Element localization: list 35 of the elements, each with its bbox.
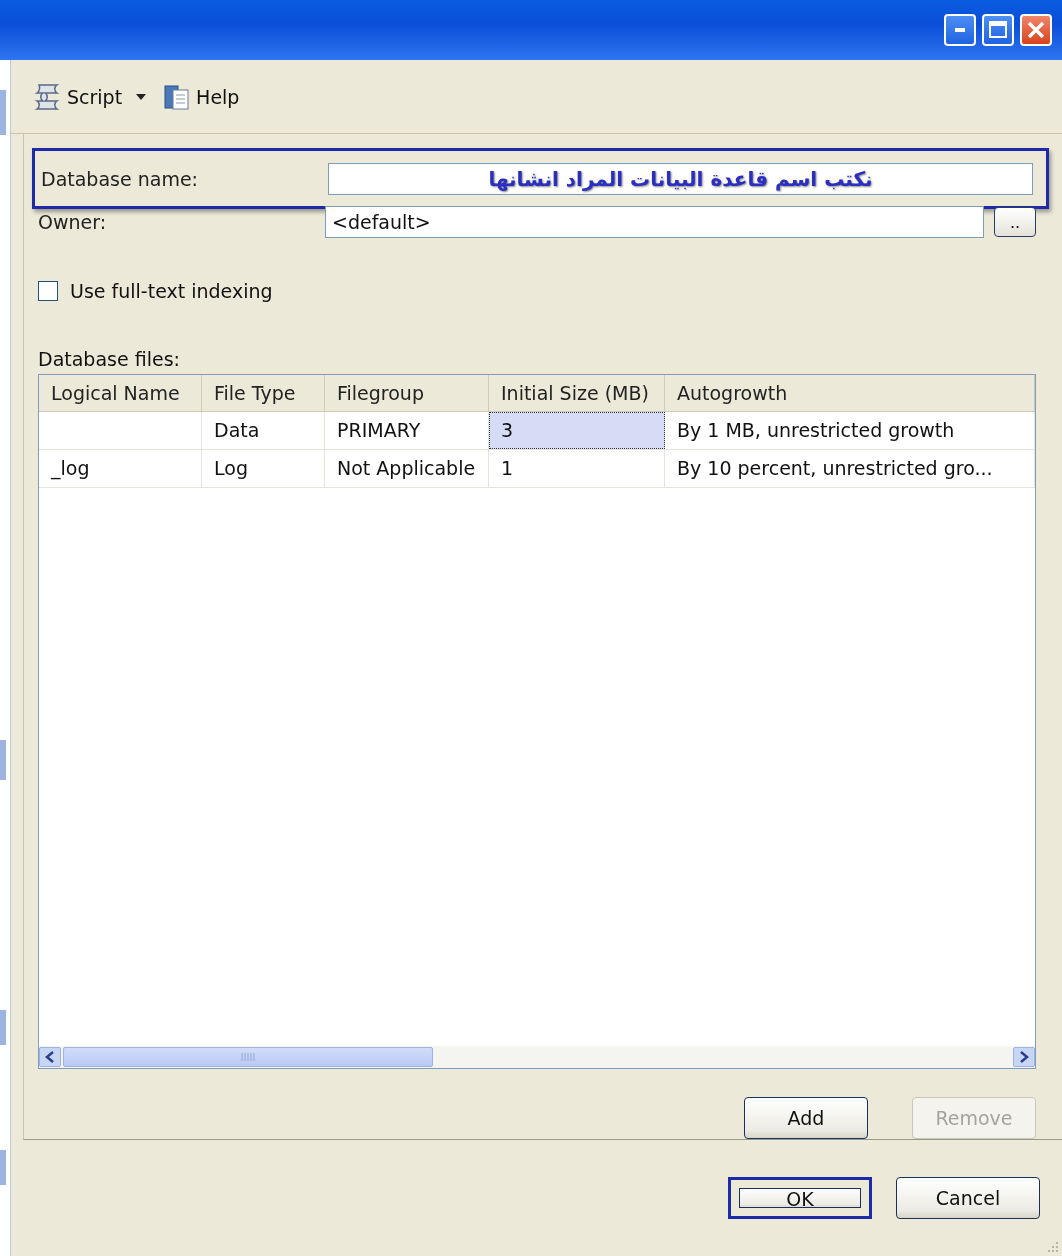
minimize-button[interactable] — [944, 14, 976, 46]
column-header[interactable]: Filegroup — [325, 374, 489, 411]
database-name-field[interactable]: نكتب اسم قاعدة البيانات المراد انشانها — [328, 162, 1033, 195]
table-cell: Not Applicable — [325, 449, 489, 487]
help-button[interactable]: Help — [162, 81, 240, 112]
table-cell: Log — [202, 449, 325, 487]
field-label: Owner: — [38, 211, 108, 234]
scroll-thumb[interactable] — [63, 1047, 433, 1067]
scroll-right-button[interactable] — [1013, 1047, 1035, 1067]
column-header[interactable]: Logical Name — [39, 374, 202, 411]
table-cell: 3 — [489, 411, 665, 449]
column-header[interactable]: File Type — [202, 374, 325, 411]
dialog-button[interactable]: Add — [744, 1097, 868, 1139]
table-cell: _log — [39, 449, 202, 487]
column-header[interactable]: Autogrowth — [665, 374, 1035, 411]
script-button[interactable]: Script — [33, 81, 123, 112]
horizontal-scrollbar[interactable] — [39, 1046, 1035, 1068]
minimize-icon — [955, 28, 965, 32]
owner-field[interactable]: <default> — [325, 206, 984, 239]
checkbox[interactable] — [38, 281, 58, 302]
resize-grip-icon[interactable] — [1046, 1240, 1060, 1254]
dialog-button[interactable]: OK — [728, 1177, 872, 1219]
scroll-left-button[interactable] — [39, 1047, 61, 1067]
table-cell: By 10 percent, unrestricted gro... — [665, 449, 1035, 487]
maximize-button[interactable] — [982, 14, 1014, 46]
dialog-button[interactable]: Cancel — [896, 1177, 1040, 1219]
table-cell: By 1 MB, unrestricted growth — [665, 411, 1035, 449]
table-cell: Data — [202, 411, 325, 449]
checkbox-label: Use full-text indexing — [70, 280, 273, 303]
section-label: Database files: — [38, 347, 181, 372]
field-label: Database name: — [41, 167, 199, 190]
browse-button[interactable]: .. — [994, 207, 1036, 238]
column-header[interactable]: Initial Size (MB) — [489, 374, 665, 411]
close-button[interactable] — [1020, 14, 1052, 46]
table-cell: 1 — [489, 449, 665, 487]
